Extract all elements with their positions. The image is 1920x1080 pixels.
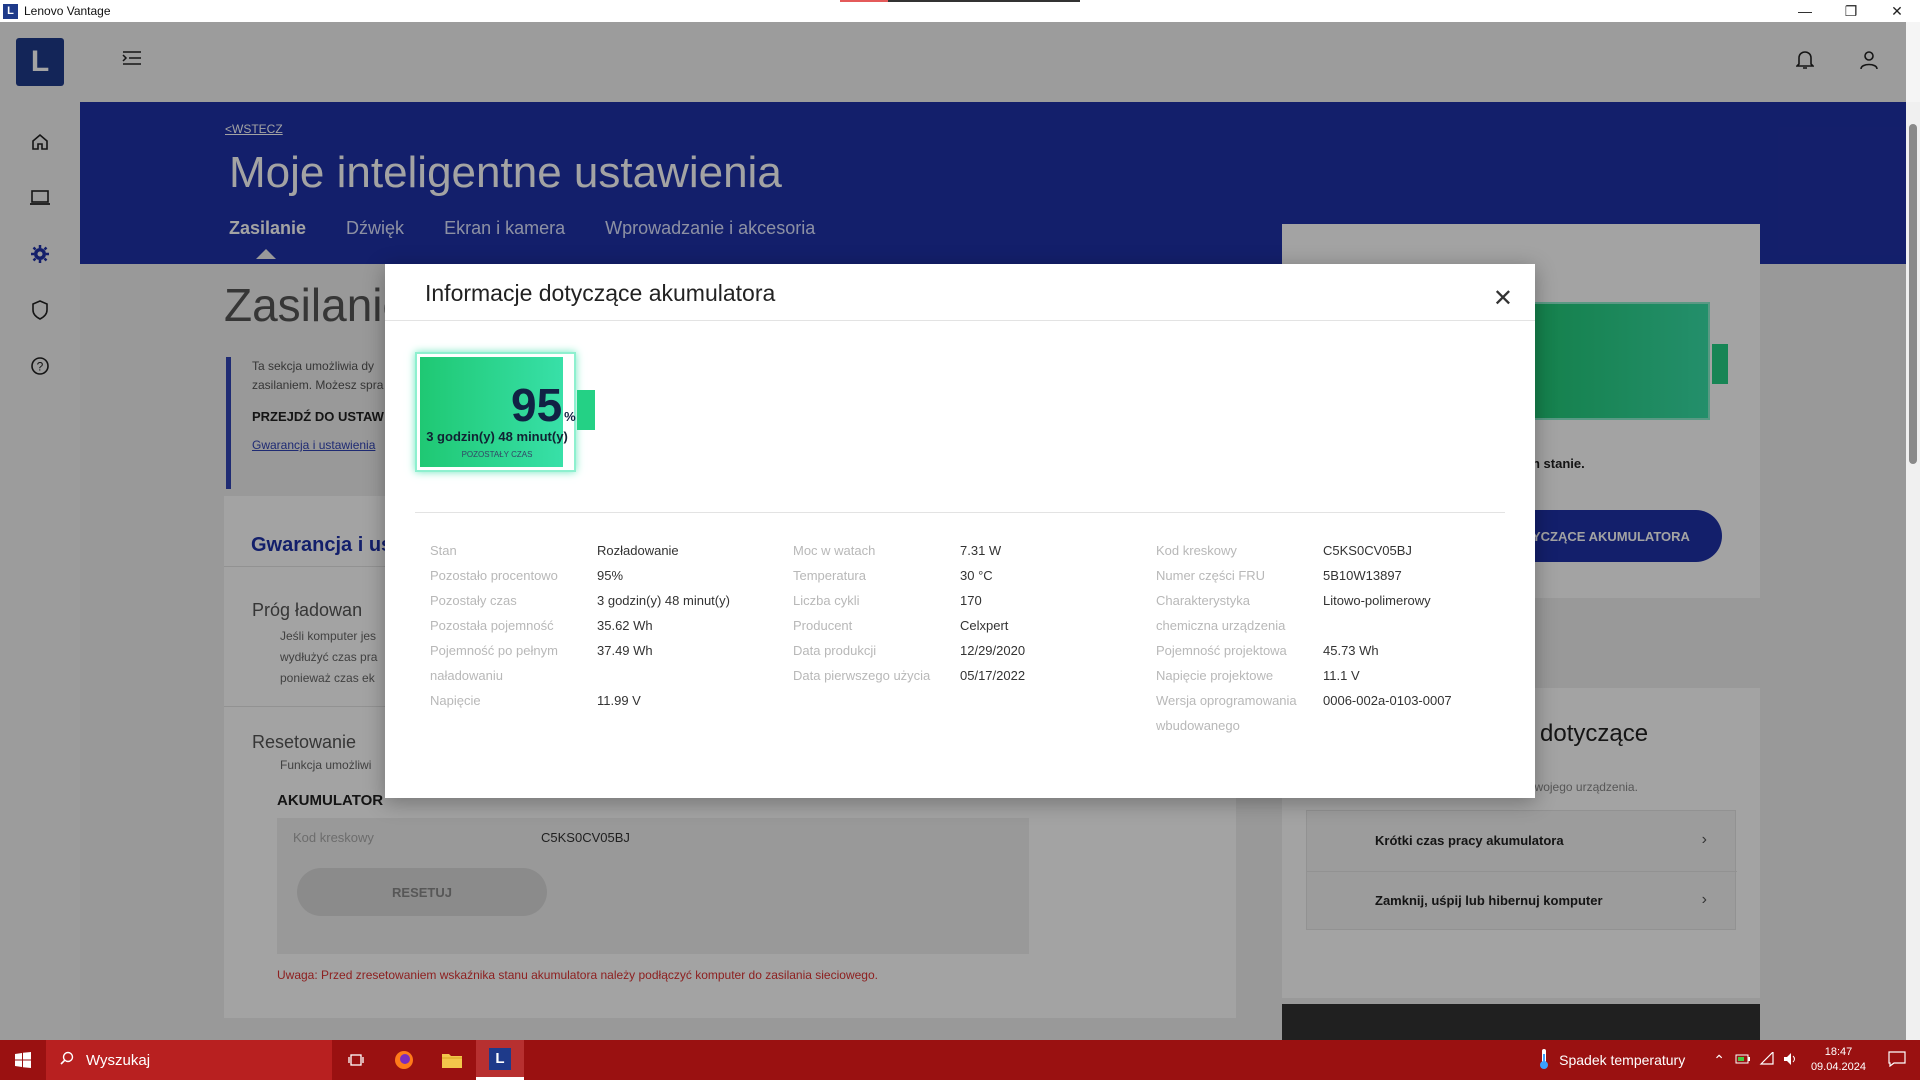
info-value: 7.31 W [960,543,1002,558]
info-value: Celxpert [960,618,1009,633]
info-value: 95% [597,568,624,583]
close-window-button[interactable]: ✕ [1874,0,1920,22]
battery-tray-icon[interactable] [1735,1052,1751,1068]
info-value: Rozładowanie [597,543,679,558]
search-placeholder: Wyszukaj [86,1051,151,1069]
info-label: Data produkcji [793,643,877,658]
info-label: Pojemność po pełnym naładowaniu [430,643,558,683]
restore-button[interactable]: ❐ [1828,0,1874,22]
file-explorer-icon[interactable] [428,1040,476,1080]
info-value: 3 godzin(y) 48 minut(y) [597,593,730,608]
info-value: 37.49 Wh [597,643,653,658]
info-label: Pozostała pojemność [430,618,554,633]
info-label: Wersja oprogramowania wbudowanego [1156,693,1297,733]
info-value: 45.73 Wh [1323,643,1379,658]
info-value: 35.62 Wh [597,618,653,633]
info-label: Data pierwszego użycia [793,668,931,683]
info-label: Pozostało procentowo [430,568,558,583]
info-value: 05/17/2022 [960,668,1026,683]
info-value: 12/29/2020 [960,643,1026,658]
info-label: Liczba cykli [793,593,860,608]
thermometer-icon [1539,1048,1549,1073]
info-label: Stan [430,543,457,558]
clock[interactable]: 18:47 09.04.2024 [1811,1045,1866,1075]
volume-icon[interactable] [1783,1052,1799,1069]
windows-start-icon[interactable] [0,1040,46,1080]
info-label: Napięcie [430,693,481,708]
info-value: 30 °C [960,568,993,583]
info-value: 11.1 V [1323,668,1360,683]
info-value: 170 [960,593,982,608]
window-title: Lenovo Vantage [24,4,111,18]
minimize-button[interactable]: — [1782,0,1828,22]
battery-info-dialog: Informacje dotyczące akumulatora ✕ 95% 3… [385,264,1535,798]
info-label: Kod kreskowy [1156,543,1237,558]
notifications-icon[interactable] [1888,1050,1906,1070]
info-label: Numer części FRU [1156,568,1266,583]
info-label: Temperatura [793,568,866,583]
info-label: Pozostały czas [430,593,517,608]
progress-line [840,0,1080,2]
scrollbar-thumb[interactable] [1909,124,1917,464]
info-value: 0006-002a-0103-0007 [1323,693,1452,708]
close-icon[interactable]: ✕ [1493,284,1513,313]
taskbar: Wyszukaj L Spadek temperatury ⌃ 18:47 09… [0,1040,1920,1080]
system-tray: Spadek temperatury ⌃ 18:47 09.04.2024 [1539,1040,1920,1080]
firefox-icon[interactable] [380,1040,428,1080]
info-label: Moc w watach [793,543,876,558]
info-label: Pojemność projektowa [1156,643,1287,658]
task-view-icon[interactable] [332,1040,380,1080]
taskbar-search[interactable]: Wyszukaj [46,1040,332,1080]
info-label: Napięcie projektowe [1156,668,1274,683]
weather-text[interactable]: Spadek temperatury [1559,1052,1685,1068]
battery-percent: 95% [511,379,576,431]
app-icon: L [3,3,18,19]
info-value: 5B10W13897 [1323,568,1402,583]
lenovo-vantage-taskbar-icon[interactable]: L [476,1040,524,1080]
info-value: C5KS0CV05BJ [1323,543,1412,558]
window-titlebar: L Lenovo Vantage — ❐ ✕ [0,0,1920,22]
info-label: Charakterystyka chemiczna urządzenia [1156,593,1286,633]
search-icon [60,1051,74,1069]
chevron-up-icon[interactable]: ⌃ [1713,1052,1725,1069]
battery-time-sublabel: POZOSTAŁY CZAS [461,450,533,459]
info-value: 11.99 V [597,693,641,708]
scrollbar[interactable] [1906,102,1920,1040]
battery-time: 3 godzin(y) 48 minut(y) [426,429,568,444]
info-value: Litowo-polimerowy [1323,593,1431,608]
wifi-icon[interactable] [1759,1050,1775,1069]
info-label: Producent [793,618,853,633]
